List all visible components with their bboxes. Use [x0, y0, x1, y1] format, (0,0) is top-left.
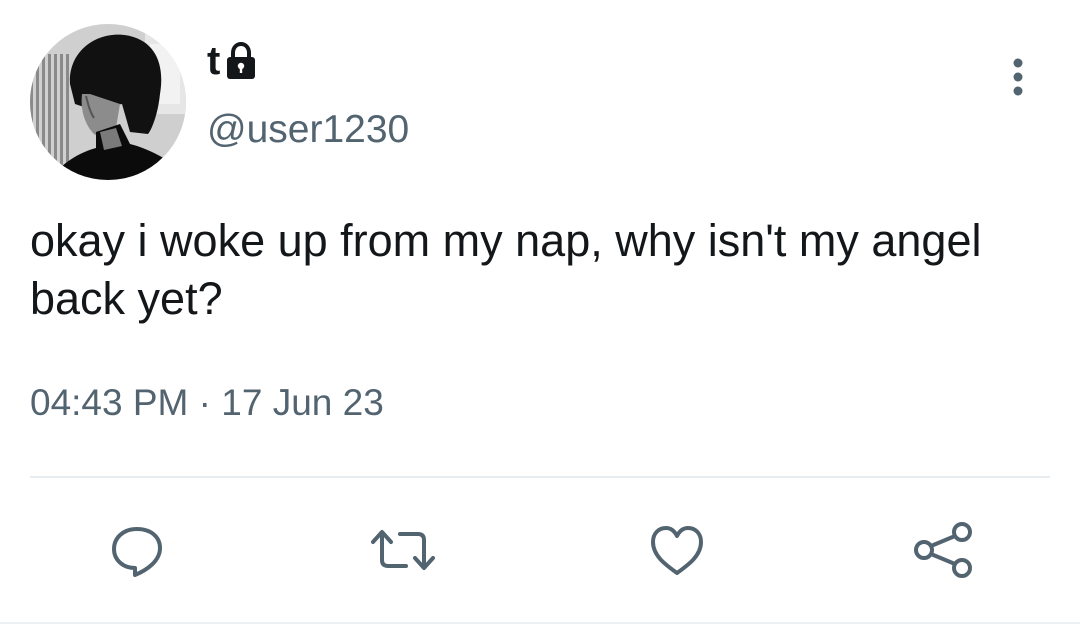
heart-icon: [651, 526, 703, 575]
author-handle[interactable]: @user1230: [207, 110, 409, 149]
divider: [30, 476, 1050, 478]
tweet-date: 17 Jun 23: [221, 382, 384, 423]
display-name: t: [207, 39, 221, 83]
reply-icon: [112, 527, 162, 577]
avatar-photo: [30, 24, 186, 180]
like-button[interactable]: [642, 518, 712, 582]
more-vertical-icon: [1013, 58, 1023, 96]
avatar[interactable]: [30, 24, 186, 180]
more-options-button[interactable]: [1000, 52, 1036, 102]
share-button[interactable]: [908, 518, 978, 582]
tweet-time: 04:43 PM: [30, 382, 189, 423]
author-name-row[interactable]: t: [207, 36, 258, 86]
tweet-text: okay i woke up from my nap, why isn't my…: [30, 215, 982, 324]
retweet-button[interactable]: [368, 518, 438, 582]
lock-icon: [224, 41, 258, 81]
bottom-divider: [0, 622, 1080, 624]
reply-button[interactable]: [102, 518, 172, 582]
timestamp-separator: ·: [198, 382, 211, 423]
tweet-card: t @user1230 okay i woke up from my nap, …: [0, 0, 1080, 642]
share-icon: [914, 522, 972, 578]
tweet-timestamp[interactable]: 04:43 PM · 17 Jun 23: [30, 384, 384, 421]
retweet-icon: [371, 530, 435, 570]
